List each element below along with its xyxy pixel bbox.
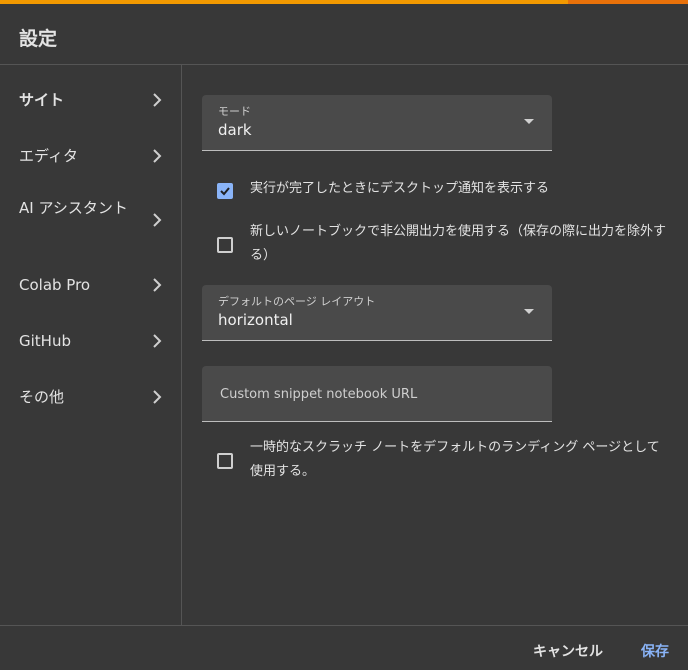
sidebar-item-other[interactable]: その他 xyxy=(0,384,181,410)
scratch-landing-checkbox[interactable] xyxy=(217,453,233,469)
chevron-right-icon xyxy=(149,148,165,164)
checkmark-icon xyxy=(220,187,230,196)
sidebar-item-label: エディタ xyxy=(19,147,78,165)
snippet-url-field[interactable] xyxy=(202,366,552,422)
chevron-right-icon xyxy=(149,333,165,349)
save-button[interactable]: 保存 xyxy=(641,641,669,661)
chevron-right-icon xyxy=(149,212,165,228)
mode-select[interactable]: モード dark xyxy=(202,95,552,151)
sidebar-item-label: サイト xyxy=(19,91,65,109)
sidebar-item-ai-assistant[interactable]: AI アシスタント xyxy=(0,195,181,245)
footer-divider xyxy=(0,625,688,626)
desktop-notify-label: 実行が完了したときにデスクトップ通知を表示する xyxy=(250,181,550,196)
page-layout-select-label: デフォルトのページ レイアウト xyxy=(218,295,376,308)
chevron-right-icon xyxy=(149,389,165,405)
page-layout-select[interactable]: デフォルトのページ レイアウト horizontal xyxy=(202,285,552,341)
dropdown-arrow-icon xyxy=(524,119,534,124)
chevron-right-icon xyxy=(149,92,165,108)
scratch-landing-label: 一時的なスクラッチ ノートをデフォルトのランディング ページとして使用する。 xyxy=(250,440,660,479)
sidebar-item-label: GitHub xyxy=(19,332,71,350)
sidebar-item-label: Colab Pro xyxy=(19,276,91,294)
sidebar-item-editor[interactable]: エディタ xyxy=(0,143,181,169)
sidebar-item-site[interactable]: サイト xyxy=(0,87,181,113)
dialog-title: 設定 xyxy=(19,28,58,50)
chevron-right-icon xyxy=(149,277,165,293)
mode-select-label: モード xyxy=(218,105,251,118)
sidebar-divider xyxy=(181,65,182,625)
private-output-checkbox[interactable] xyxy=(217,237,233,253)
mode-select-value: dark xyxy=(218,121,252,139)
sidebar-item-github[interactable]: GitHub xyxy=(0,328,181,354)
private-output-label: 新しいノートブックで非公開出力を使用する（保存の際に出力を除外する） xyxy=(250,224,667,263)
dropdown-arrow-icon xyxy=(524,309,534,314)
sidebar-item-colab-pro[interactable]: Colab Pro xyxy=(0,272,181,298)
settings-sidebar: サイト エディタ AI アシスタント Colab Pro GitHub その他 xyxy=(0,65,181,625)
snippet-url-input[interactable] xyxy=(218,382,532,406)
desktop-notify-checkbox[interactable] xyxy=(217,183,233,199)
sidebar-item-label: AI アシスタント xyxy=(19,199,128,217)
sidebar-item-label: その他 xyxy=(19,388,65,406)
page-layout-select-value: horizontal xyxy=(218,311,293,329)
top-accent-bar xyxy=(0,0,688,4)
cancel-button[interactable]: キャンセル xyxy=(533,641,603,661)
